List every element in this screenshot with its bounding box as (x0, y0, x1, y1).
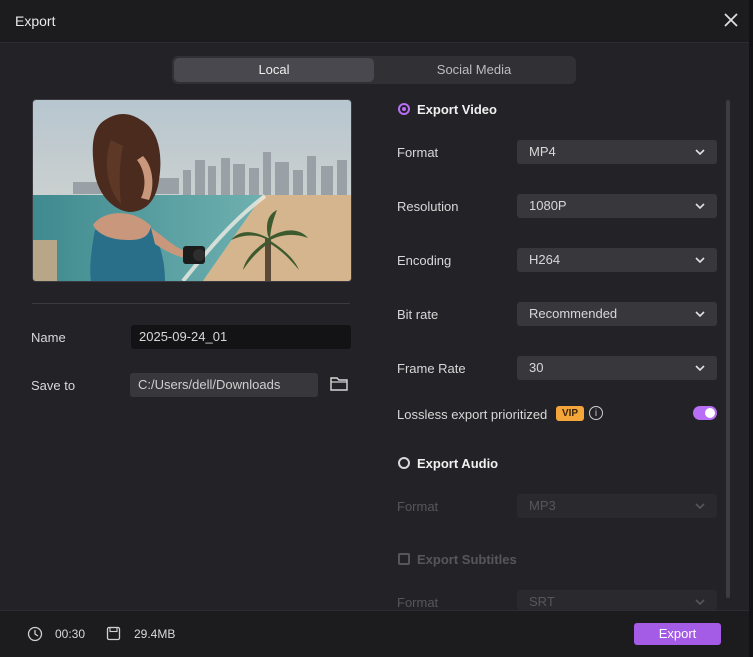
subtitle-format-label: Format (397, 595, 439, 610)
tab-social-media[interactable]: Social Media (374, 58, 574, 82)
left-divider (32, 303, 350, 304)
name-label: Name (31, 330, 66, 345)
frame-rate-label: Frame Rate (397, 361, 466, 376)
chevron-down-icon (695, 257, 705, 264)
resolution-select[interactable]: 1080P (517, 194, 717, 218)
encoding-value: H264 (529, 252, 561, 267)
chevron-down-icon (695, 203, 705, 210)
lossless-toggle[interactable] (693, 406, 717, 420)
format-label: Format (397, 145, 439, 160)
title-bar: Export (0, 0, 753, 43)
save-path-field[interactable]: C:/Users/dell/Downloads (130, 373, 318, 397)
chevron-down-icon (695, 311, 705, 318)
save-to-label: Save to (31, 378, 76, 393)
frame-rate-select[interactable]: 30 (517, 356, 717, 380)
settings-scrollbar[interactable] (726, 100, 730, 598)
chevron-down-icon (695, 149, 705, 156)
audio-format-label: Format (397, 499, 439, 514)
export-dialog: Export Local Social Media Name 2025-09-2… (0, 0, 753, 657)
audio-format-value: MP3 (529, 498, 556, 513)
info-icon[interactable]: i (589, 406, 603, 420)
export-video-label: Export Video (417, 102, 497, 117)
toggle-knob (705, 408, 715, 418)
folder-icon[interactable] (329, 375, 349, 393)
format-value: MP4 (529, 144, 556, 159)
resolution-value: 1080P (529, 198, 567, 213)
chevron-down-icon (695, 599, 705, 606)
window-edge (749, 0, 753, 657)
audio-format-select: MP3 (517, 494, 717, 518)
vip-badge: VIP (556, 406, 584, 421)
subtitle-format-select: SRT (517, 590, 717, 610)
format-select[interactable]: MP4 (517, 140, 717, 164)
export-button[interactable]: Export (634, 623, 721, 645)
subtitle-format-value: SRT (529, 594, 555, 609)
encoding-label: Encoding (397, 253, 452, 268)
encoding-select[interactable]: H264 (517, 248, 717, 272)
frame-rate-value: 30 (529, 360, 544, 375)
duration-value: 00:30 (55, 627, 86, 641)
lossless-label: Lossless export prioritized (397, 407, 548, 422)
export-audio-label: Export Audio (417, 456, 499, 471)
export-subtitles-label: Export Subtitles (417, 552, 517, 567)
chevron-down-icon (695, 503, 705, 510)
file-name-field[interactable]: 2025-09-24_01 (131, 325, 351, 349)
bit-rate-select[interactable]: Recommended (517, 302, 717, 326)
export-video-radio[interactable] (398, 103, 410, 115)
dialog-title: Export (15, 13, 56, 29)
storage-icon (106, 626, 121, 641)
video-preview-thumbnail (32, 99, 352, 282)
export-subtitles-checkbox[interactable] (398, 553, 410, 565)
chevron-down-icon (695, 365, 705, 372)
bit-rate-label: Bit rate (397, 307, 439, 322)
tab-local[interactable]: Local (174, 58, 374, 82)
close-icon[interactable] (721, 10, 741, 30)
bit-rate-value: Recommended (529, 306, 618, 321)
export-target-tabs: Local Social Media (172, 56, 576, 84)
export-audio-radio[interactable] (398, 457, 410, 469)
file-size-value: 29.4MB (134, 627, 176, 641)
resolution-label: Resolution (397, 199, 459, 214)
clock-icon (27, 626, 43, 642)
